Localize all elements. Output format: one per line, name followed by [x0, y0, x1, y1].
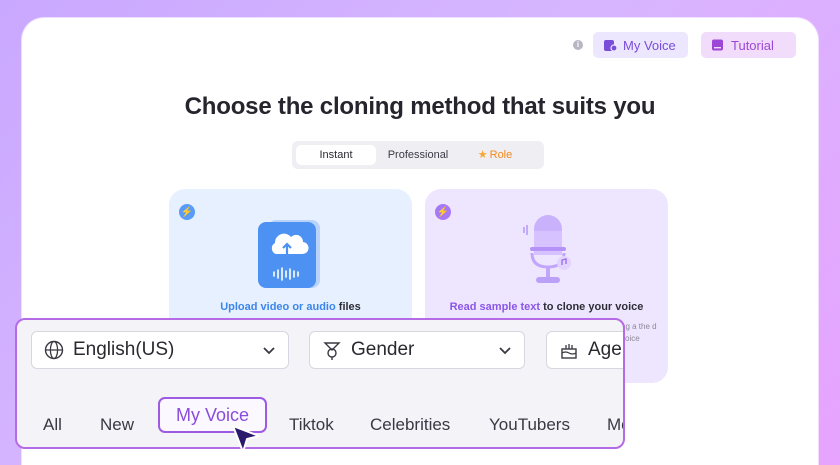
age-value: Age	[588, 339, 622, 360]
tab-instant[interactable]: Instant	[296, 145, 376, 165]
my-voice-label: My Voice	[623, 37, 676, 53]
page-title: Choose the cloning method that suits you	[184, 93, 656, 120]
category-youtubers[interactable]: YouTubers	[489, 415, 570, 435]
gender-value: Gender	[351, 339, 415, 360]
info-icon[interactable]: i	[573, 40, 583, 50]
upload-card-label: Upload video or audio files	[169, 301, 412, 313]
upload-rest-text: files	[335, 301, 361, 313]
language-dropdown[interactable]: English(US)	[31, 331, 289, 369]
record-rest-text: to clone your voice	[540, 301, 644, 313]
book-icon	[712, 39, 723, 51]
gender-icon	[323, 342, 341, 360]
voice-filter-panel: English(US) Gender Age All New My Voice …	[15, 318, 625, 449]
record-card-label: Read sample text to clone your voice	[425, 301, 668, 313]
age-dropdown[interactable]: Age	[546, 331, 623, 369]
tab-role[interactable]: ★ Role	[460, 145, 530, 165]
chevron-down-icon	[499, 347, 511, 355]
globe-icon	[44, 340, 64, 360]
category-all[interactable]: All	[43, 415, 62, 435]
voice-folder-icon	[604, 40, 617, 52]
tutorial-label: Tutorial	[731, 37, 774, 53]
chevron-down-icon	[263, 347, 275, 355]
mouse-cursor-icon	[232, 425, 260, 453]
category-tiktok[interactable]: Tiktok	[289, 415, 334, 435]
bolt-icon: ⚡	[435, 204, 451, 220]
bolt-icon: ⚡	[179, 204, 195, 220]
language-value: English(US)	[73, 339, 175, 360]
category-celebrities[interactable]: Celebrities	[370, 415, 450, 435]
birthday-cake-icon	[561, 344, 577, 359]
my-voice-button[interactable]: My Voice	[593, 32, 688, 58]
cloud-upload-file-icon	[258, 220, 320, 288]
record-highlight-text: Read sample text	[449, 301, 541, 313]
tab-professional[interactable]: Professional	[376, 145, 460, 165]
category-new[interactable]: New	[100, 415, 134, 435]
gender-dropdown[interactable]: Gender	[309, 331, 525, 369]
category-more[interactable]: Mo	[607, 415, 623, 435]
method-tabs: Instant Professional ★ Role	[292, 141, 544, 169]
microphone-icon	[523, 215, 571, 283]
tutorial-button[interactable]: Tutorial	[701, 32, 796, 58]
tab-role-label: Role	[489, 149, 513, 161]
upload-highlight-text: Upload video or audio	[220, 301, 336, 313]
record-card-description: ng a the d voice	[621, 322, 657, 343]
star-icon: ★	[477, 149, 488, 161]
